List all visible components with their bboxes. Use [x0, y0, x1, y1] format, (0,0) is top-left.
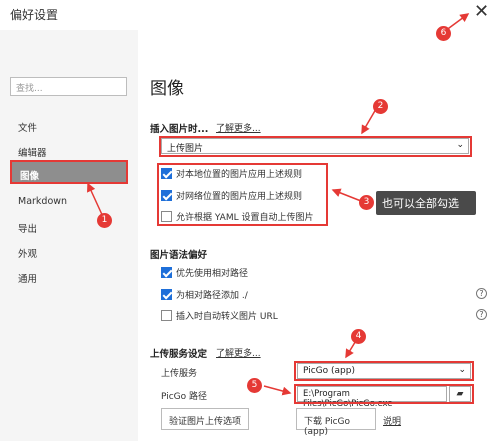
sidebar-item-general[interactable]: 通用	[10, 265, 128, 289]
annotation-tooltip: 也可以全部勾选	[376, 191, 476, 215]
service-label: 上传服务	[161, 369, 198, 379]
close-icon[interactable]: ✕	[474, 2, 489, 22]
annotation-badge-2: 2	[373, 99, 388, 114]
check-relative-path[interactable]: 优先使用相对路径	[161, 266, 248, 280]
annotation-badge-1: 1	[97, 213, 112, 228]
download-picgo-button[interactable]: 下载 PicGo (app)	[296, 408, 376, 437]
upload-section-title: 上传服务设定	[150, 349, 208, 360]
window-title: 偏好设置	[10, 8, 59, 22]
insert-learn-more-link[interactable]: 了解更多...	[216, 121, 261, 134]
page-title: 图像	[150, 79, 184, 99]
insert-section-title: 插入图片时...	[150, 124, 209, 135]
search-input[interactable]: 查找...	[10, 77, 127, 96]
upload-learn-more-link[interactable]: 了解更多...	[216, 346, 261, 359]
annotation-box-path	[294, 384, 474, 404]
check-label: 优先使用相对路径	[176, 269, 249, 279]
annotation-badge-3: 3	[359, 195, 374, 210]
annotation-box-service	[294, 361, 474, 381]
sidebar-item-image[interactable]: 图像	[10, 160, 128, 184]
annotation-badge-4: 4	[351, 329, 366, 344]
verify-upload-button[interactable]: 验证图片上传选项	[161, 408, 249, 430]
picgo-path-label: PicGo 路径	[161, 392, 208, 402]
checkbox-icon[interactable]	[161, 267, 172, 278]
sidebar-item-file[interactable]: 文件	[10, 114, 128, 138]
check-escape-url[interactable]: 插入时自动转义图片 URL	[161, 309, 278, 323]
help-icon[interactable]: ?	[476, 288, 487, 299]
annotation-badge-5: 5	[247, 378, 262, 393]
title-bar: 偏好设置 ✕	[0, 0, 499, 30]
check-dot-slash[interactable]: 为相对路径添加 ./	[161, 288, 248, 302]
annotation-box-checks	[157, 163, 328, 226]
annotation-badge-6: 6	[436, 26, 451, 41]
check-label: 插入时自动转义图片 URL	[176, 312, 278, 322]
check-label: 为相对路径添加 ./	[176, 291, 248, 301]
checkbox-icon[interactable]	[161, 310, 172, 321]
help-icon[interactable]: ?	[476, 309, 487, 320]
sidebar-item-markdown[interactable]: Markdown	[10, 190, 128, 214]
checkbox-icon[interactable]	[161, 289, 172, 300]
annotation-box-select	[159, 136, 472, 157]
explain-link[interactable]: 说明	[383, 414, 401, 427]
syntax-section-title: 图片语法偏好	[150, 250, 208, 261]
sidebar-item-appearance[interactable]: 外观	[10, 240, 128, 264]
